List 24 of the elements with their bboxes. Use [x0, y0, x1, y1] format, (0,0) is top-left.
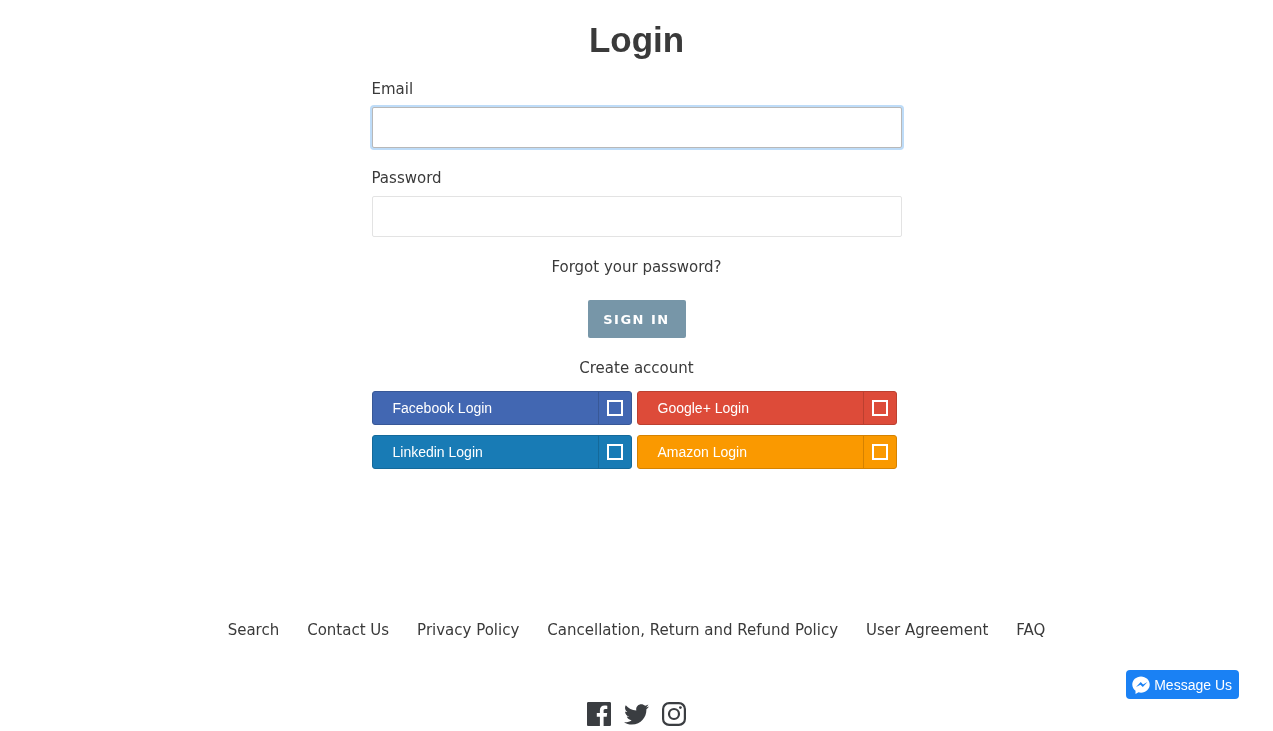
message-us-button[interactable]: Message Us: [1126, 670, 1239, 699]
square-icon: [871, 400, 888, 416]
forgot-password-link[interactable]: Forgot your password?: [551, 256, 722, 278]
square-icon: [606, 400, 623, 416]
field-label: Email: [371, 79, 414, 100]
footer-link[interactable]: User Agreement: [866, 619, 989, 641]
social-login-button[interactable]: Facebook Login: [371, 391, 632, 425]
footer-link[interactable]: Privacy Policy: [417, 619, 520, 641]
page-title: Login: [588, 19, 685, 61]
create-account-link[interactable]: Create account: [579, 357, 694, 379]
square-icon: [871, 444, 888, 460]
footer-link[interactable]: Contact Us: [307, 619, 390, 641]
footer-link[interactable]: Cancellation, Return and Refund Policy: [547, 619, 839, 641]
footer-link[interactable]: FAQ: [1016, 619, 1046, 641]
twitter-bird-icon[interactable]: [624, 703, 649, 725]
footer-link[interactable]: Search: [227, 619, 280, 641]
input-field[interactable]: [371, 107, 902, 148]
social-login-button[interactable]: Linkedin Login: [371, 435, 632, 469]
facebook-icon[interactable]: [587, 702, 611, 726]
square-icon: [606, 444, 623, 460]
social-login-button[interactable]: Google+ Login: [636, 391, 897, 425]
messenger-icon: [1132, 675, 1151, 694]
instagram-icon[interactable]: [662, 702, 686, 726]
field-label: Password: [371, 168, 442, 189]
